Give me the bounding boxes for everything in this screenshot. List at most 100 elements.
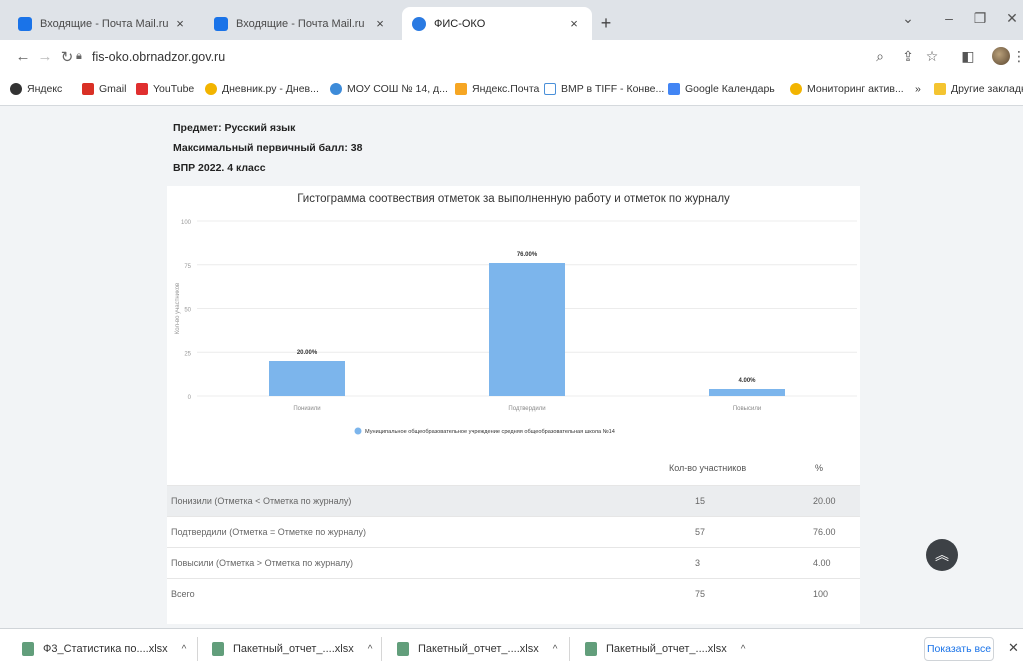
mail-favicon-icon: [214, 16, 228, 31]
y-axis-label: Кол-во участников: [175, 283, 181, 334]
divider: [197, 637, 198, 661]
row-label: Понизили (Отметка < Отметка по журналу): [171, 496, 352, 506]
bar: [489, 263, 565, 396]
gmail-icon: [82, 83, 94, 95]
bookmarks-bar: Яндекс Gmail YouTube Дневник.ру - Днев..…: [0, 76, 1023, 106]
row-label: Всего: [171, 589, 195, 599]
mail-favicon-icon: [18, 16, 32, 31]
page-content: Предмет: Русский язык Максимальный перви…: [0, 106, 1023, 628]
excel-file-icon: [585, 642, 597, 656]
results-table: Кол-во участников % Понизили (Отметка < …: [167, 449, 860, 624]
bookmark-youtube[interactable]: YouTube: [136, 83, 194, 95]
histogram-chart: 0 25 50 75 100 Кол-во участников 20.00% Понизил…: [175, 220, 857, 435]
close-downloads-icon[interactable]: ✕: [1008, 640, 1019, 656]
yandex-mail-icon: [455, 83, 467, 95]
tab-title: ФИС-ОКО: [434, 17, 486, 30]
close-icon[interactable]: ×: [372, 16, 388, 31]
y-tick-label: 0: [188, 395, 192, 401]
y-tick-label: 25: [184, 351, 191, 357]
show-all-downloads-button[interactable]: Показать все: [924, 637, 994, 661]
school-icon: [330, 83, 342, 95]
restore-icon[interactable]: ❐: [968, 10, 992, 27]
row-percent: 4.00: [813, 558, 831, 568]
chevron-up-icon[interactable]: ^: [182, 644, 187, 655]
bookmark-gmail[interactable]: Gmail: [82, 83, 126, 95]
x-tick-label: Подтвердили: [508, 406, 545, 412]
table-row: Понизили (Отметка < Отметка по журналу) …: [167, 485, 860, 516]
excel-file-icon: [397, 642, 409, 656]
bar: [709, 389, 785, 396]
column-header-percent: %: [815, 463, 824, 473]
row-label: Повысили (Отметка > Отметка по журналу): [171, 558, 353, 568]
exam-label: ВПР 2022. 4 класс: [173, 162, 266, 174]
row-count: 3: [695, 558, 701, 568]
excel-file-icon: [212, 642, 224, 656]
bar: [269, 361, 345, 396]
tab-search-icon[interactable]: ⌄: [896, 10, 920, 27]
x-tick-label: Понизили: [293, 406, 320, 412]
tab-mail-2[interactable]: Входящие - Почта Mail.ru ×: [204, 7, 398, 40]
bookmark-bmp-tiff[interactable]: BMP в TIFF - Конве...: [544, 83, 664, 95]
menu-icon[interactable]: ⋮: [1009, 48, 1023, 65]
zoom-icon[interactable]: ⌕: [870, 48, 890, 65]
fis-favicon-icon: [412, 16, 426, 31]
window-close-icon[interactable]: ✕: [1000, 10, 1023, 27]
tab-strip: Входящие - Почта Mail.ru × Входящие - По…: [0, 0, 1023, 40]
calendar-icon: [668, 83, 680, 95]
chevron-up-icon[interactable]: ^: [368, 644, 373, 655]
bookmark-google-calendar[interactable]: Google Календарь: [668, 83, 775, 95]
back-icon[interactable]: ←: [13, 48, 33, 65]
double-chevron-up-icon: ︽: [935, 547, 949, 563]
tab-fis-oko[interactable]: ФИС-ОКО ×: [402, 7, 592, 40]
table-row: Подтвердили (Отметка = Отметке по журнал…: [167, 516, 860, 547]
close-icon[interactable]: ×: [566, 16, 582, 31]
bookmark-monitoring[interactable]: Мониторинг актив...: [790, 83, 904, 95]
bookmark-yandex[interactable]: Яндекс: [10, 83, 62, 95]
new-tab-icon[interactable]: +: [596, 13, 616, 34]
bookmark-other[interactable]: Другие закладки: [934, 83, 1023, 95]
bookmark-star-icon[interactable]: ☆: [922, 48, 942, 65]
table-row: Всего 75 100: [167, 578, 860, 609]
forward-icon[interactable]: →: [35, 48, 55, 65]
chevron-up-icon[interactable]: ^: [741, 644, 746, 655]
y-tick-label: 100: [181, 220, 192, 226]
share-icon[interactable]: ⇪: [898, 48, 918, 65]
table-row: Повысили (Отметка > Отметка по журналу) …: [167, 547, 860, 578]
column-header-count: Кол-во участников: [669, 463, 747, 473]
folder-icon: [934, 83, 946, 95]
tab-title: Входящие - Почта Mail.ru: [236, 17, 365, 30]
divider: [381, 637, 382, 661]
tab-mail-1[interactable]: Входящие - Почта Mail.ru ×: [8, 7, 198, 40]
avatar[interactable]: [992, 47, 1010, 65]
minimize-icon[interactable]: –: [937, 10, 961, 26]
legend-label: Муниципальное общеобразовательное учрежд…: [365, 429, 615, 435]
excel-file-icon: [22, 642, 34, 656]
row-count: 15: [695, 496, 706, 506]
address-bar[interactable]: fis-oko.obrnadzor.gov.ru: [92, 50, 225, 64]
row-percent: 20.00: [813, 496, 836, 506]
side-panel-icon[interactable]: ◧: [958, 48, 978, 65]
download-item[interactable]: Ф3_Статистика по....xlsx ^: [22, 642, 186, 656]
lock-icon: 🔒︎: [76, 50, 82, 62]
monitoring-icon: [790, 83, 802, 95]
close-icon[interactable]: ×: [172, 16, 188, 31]
yandex-icon: [10, 83, 22, 95]
data-label: 4.00%: [738, 378, 756, 384]
row-percent: 100: [813, 589, 829, 599]
download-item[interactable]: Пакетный_отчет_....xlsx ^: [585, 642, 745, 656]
download-item[interactable]: Пакетный_отчет_....xlsx ^: [397, 642, 557, 656]
bookmark-yandex-mail[interactable]: Яндекс.Почта: [455, 83, 539, 95]
x-tick-label: Повысили: [733, 406, 761, 412]
chevron-up-icon[interactable]: ^: [553, 644, 558, 655]
reload-icon[interactable]: ↻: [57, 48, 77, 66]
tab-title: Входящие - Почта Mail.ru: [40, 17, 169, 30]
downloads-bar: Ф3_Статистика по....xlsx ^ Пакетный_отчет…: [0, 628, 1023, 668]
data-label: 20.00%: [297, 350, 318, 356]
scroll-to-top-button[interactable]: ︽: [926, 539, 958, 571]
chart-card: Гистограмма соотвествия отметок за выпол…: [167, 186, 860, 449]
document-icon: [544, 83, 556, 95]
bookmark-dnevnik[interactable]: Дневник.ру - Днев...: [205, 83, 319, 95]
download-item[interactable]: Пакетный_отчет_....xlsx ^: [212, 642, 372, 656]
bookmark-school[interactable]: МОУ СОШ № 14, д...: [330, 83, 448, 95]
bookmarks-overflow[interactable]: »: [915, 83, 921, 95]
